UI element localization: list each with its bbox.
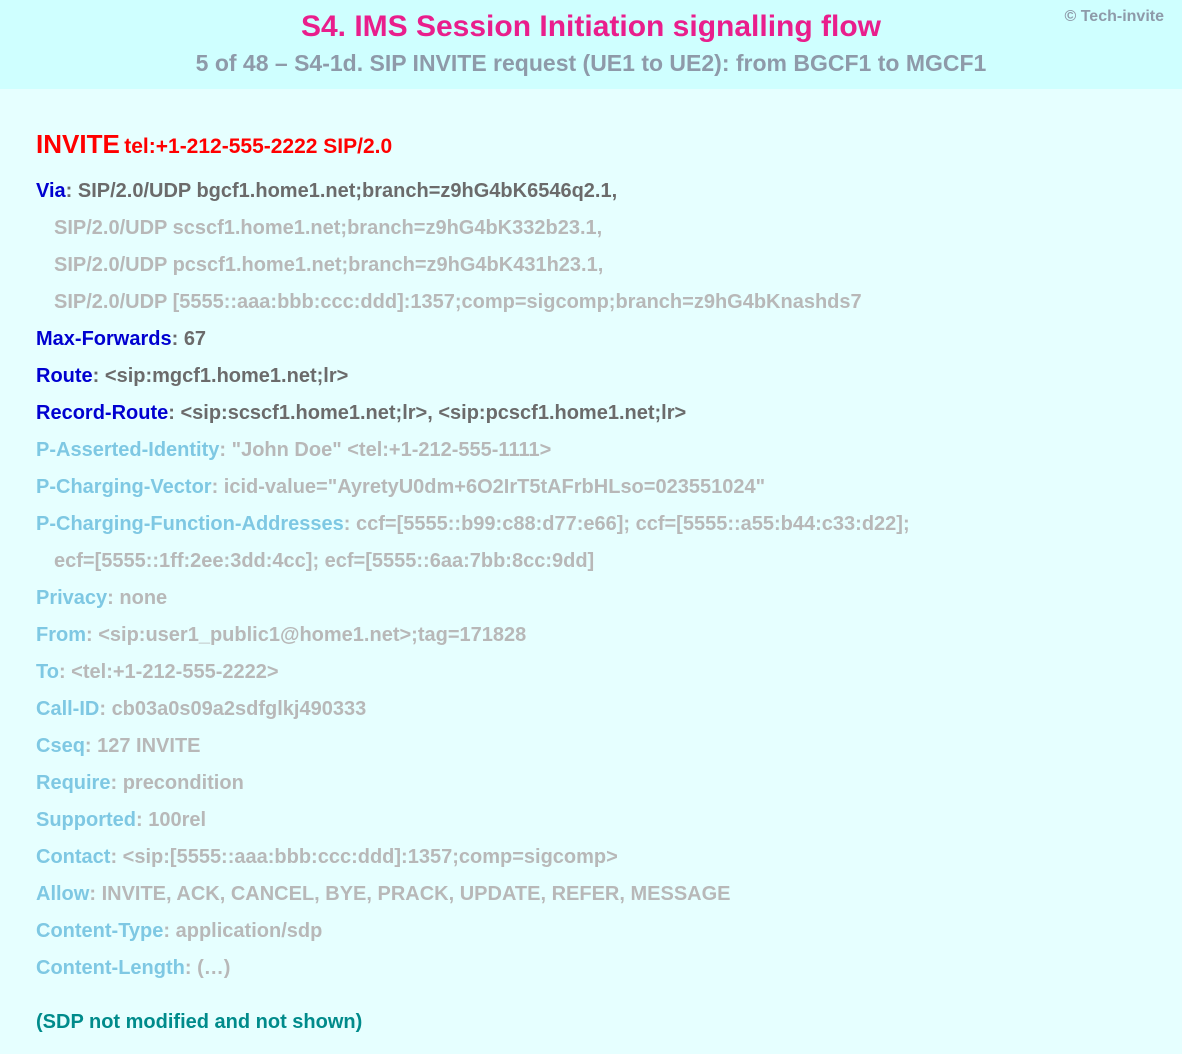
header-name: Content-Length xyxy=(36,957,185,979)
route-header: Route: <sip:mgcf1.home1.net;lr> xyxy=(36,363,1162,389)
header-value: SIP/2.0/UDP bgcf1.home1.net;branch=z9hG4… xyxy=(78,180,617,202)
via-header: Via: SIP/2.0/UDP bgcf1.home1.net;branch=… xyxy=(36,178,1162,204)
header-name: P-Charging-Function-Addresses xyxy=(36,513,344,535)
header-value: precondition xyxy=(123,772,244,794)
header-value: <sip:scscf1.home1.net;lr>, <sip:pcscf1.h… xyxy=(180,402,686,424)
p-charging-function-addresses-header: P-Charging-Function-Addresses: ccf=[5555… xyxy=(36,511,1162,537)
to-header: To: <tel:+1-212-555-2222> xyxy=(36,659,1162,685)
header-name: P-Charging-Vector xyxy=(36,476,212,498)
header-value: <tel:+1-212-555-2222> xyxy=(71,661,278,683)
allow-header: Allow: INVITE, ACK, CANCEL, BYE, PRACK, … xyxy=(36,881,1162,907)
sdp-note: (SDP not modified and not shown) xyxy=(36,1011,1162,1034)
header-name: Record-Route xyxy=(36,402,168,424)
max-forwards-header: Max-Forwards: 67 xyxy=(36,326,1162,352)
content-length-header: Content-Length: (…) xyxy=(36,955,1162,981)
header-value: ccf=[5555::b99:c88:d77:e66]; ccf=[5555::… xyxy=(356,513,910,535)
header-name: P-Asserted-Identity xyxy=(36,439,219,461)
header-value: cb03a0s09a2sdfglkj490333 xyxy=(112,698,367,720)
call-id-header: Call-ID: cb03a0s09a2sdfglkj490333 xyxy=(36,696,1162,722)
header-name: Privacy xyxy=(36,587,107,609)
header-name: Require xyxy=(36,772,110,794)
header-name: From xyxy=(36,624,86,646)
p-asserted-identity-header: P-Asserted-Identity: "John Doe" <tel:+1-… xyxy=(36,437,1162,463)
header-value: 127 INVITE xyxy=(97,735,200,757)
request-line: INVITE tel:+1-212-555-2222 SIP/2.0 xyxy=(36,129,1162,160)
header-name: Route xyxy=(36,365,93,387)
header-name: Content-Type xyxy=(36,920,163,942)
record-route-header: Record-Route: <sip:scscf1.home1.net;lr>,… xyxy=(36,400,1162,426)
header-value: application/sdp xyxy=(176,920,323,942)
via-cont: SIP/2.0/UDP [5555::aaa:bbb:ccc:ddd]:1357… xyxy=(54,289,1162,315)
require-header: Require: precondition xyxy=(36,770,1162,796)
header-name: Supported xyxy=(36,809,136,831)
supported-header: Supported: 100rel xyxy=(36,807,1162,833)
p-charging-vector-header: P-Charging-Vector: icid-value="AyretyU0d… xyxy=(36,474,1162,500)
header-name: Cseq xyxy=(36,735,85,757)
cseq-header: Cseq: 127 INVITE xyxy=(36,733,1162,759)
header-name: Allow xyxy=(36,883,89,905)
header-name: Max-Forwards xyxy=(36,328,172,350)
privacy-header: Privacy: none xyxy=(36,585,1162,611)
header-name: Contact xyxy=(36,846,110,868)
copyright: © Tech-invite xyxy=(1064,8,1164,26)
header-name: To xyxy=(36,661,59,683)
header-value: none xyxy=(119,587,167,609)
header-value: icid-value="AyretyU0dm+6O2IrT5tAFrbHLso=… xyxy=(224,476,765,498)
page-subtitle: 5 of 48 – S4-1d. SIP INVITE request (UE1… xyxy=(20,50,1162,77)
header-value: (…) xyxy=(197,957,230,979)
sip-message-content: INVITE tel:+1-212-555-2222 SIP/2.0 Via: … xyxy=(0,89,1182,1054)
header-value: <sip:mgcf1.home1.net;lr> xyxy=(105,365,348,387)
header-value: 100rel xyxy=(148,809,206,831)
sip-method: INVITE xyxy=(36,129,120,159)
via-cont: SIP/2.0/UDP pcscf1.home1.net;branch=z9hG… xyxy=(54,252,1162,278)
pcfa-cont: ecf=[5555::1ff:2ee:3dd:4cc]; ecf=[5555::… xyxy=(54,548,1162,574)
from-header: From: <sip:user1_public1@home1.net>;tag=… xyxy=(36,622,1162,648)
header: © Tech-invite S4. IMS Session Initiation… xyxy=(0,0,1182,89)
contact-header: Contact: <sip:[5555::aaa:bbb:ccc:ddd]:13… xyxy=(36,844,1162,870)
request-uri: tel:+1-212-555-2222 SIP/2.0 xyxy=(124,135,392,158)
page-title: S4. IMS Session Initiation signalling fl… xyxy=(20,10,1162,44)
via-cont: SIP/2.0/UDP scscf1.home1.net;branch=z9hG… xyxy=(54,215,1162,241)
header-value: <sip:user1_public1@home1.net>;tag=171828 xyxy=(98,624,526,646)
header-value: "John Doe" <tel:+1-212-555-1111> xyxy=(232,439,552,461)
header-name: Via xyxy=(36,180,66,202)
header-value: INVITE, ACK, CANCEL, BYE, PRACK, UPDATE,… xyxy=(102,883,731,905)
header-value: <sip:[5555::aaa:bbb:ccc:ddd]:1357;comp=s… xyxy=(123,846,618,868)
header-name: Call-ID xyxy=(36,698,99,720)
header-value: 67 xyxy=(184,328,206,350)
content-type-header: Content-Type: application/sdp xyxy=(36,918,1162,944)
